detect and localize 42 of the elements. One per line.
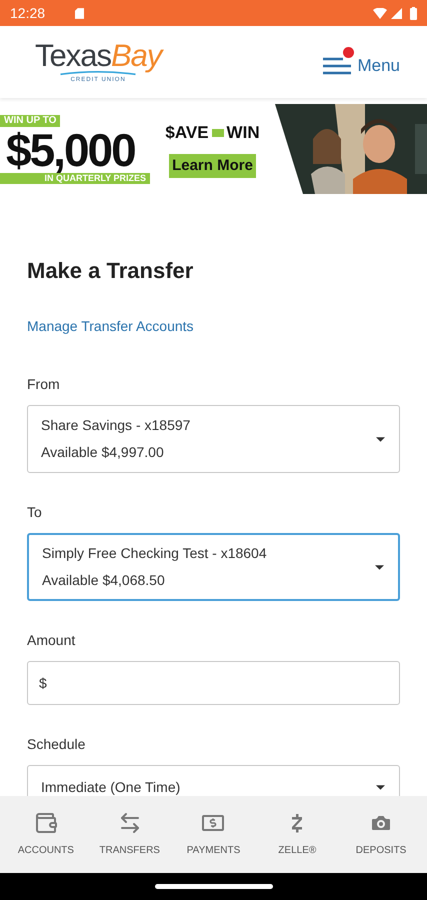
sim-card-icon — [75, 8, 84, 18]
learn-more-button[interactable]: Learn More — [169, 154, 256, 178]
banner-brand-text: $AVE — [165, 122, 209, 144]
dropdown-caret-icon — [376, 436, 385, 442]
logo-text: Texas — [35, 40, 111, 70]
manage-accounts-link[interactable]: Manage Transfer Accounts — [27, 316, 400, 337]
status-time: 12:28 — [10, 4, 46, 22]
field-label: To — [27, 503, 43, 522]
dropdown-value: Simply Free Checking Test - x18604 — [42, 544, 268, 563]
nav-tab[interactable]: TRANSFERS — [90, 811, 170, 858]
field-label: Schedule — [27, 735, 86, 754]
wallet-icon — [34, 811, 58, 835]
menu-icon — [323, 55, 352, 77]
available-balance: Available $4,997.00 — [41, 443, 165, 462]
menu-button[interactable]: Menu — [323, 45, 400, 79]
wifi-icon — [373, 8, 387, 18]
home-indicator[interactable] — [154, 884, 272, 889]
available-balance: Available $4,068.50 — [42, 571, 166, 590]
nav-tab[interactable]: DEPOSITS — [341, 811, 422, 858]
dropdown-field[interactable]: Immediate (One Time) — [27, 765, 400, 796]
dropdown-field[interactable]: Share Savings - x18597 Available $4,997.00 — [27, 405, 400, 473]
battery-icon — [410, 6, 417, 20]
logo-accent-text: Bay — [110, 40, 162, 70]
signal-icon — [391, 8, 402, 18]
dropdown-caret-icon — [376, 784, 385, 790]
banner-brand-text: WIN — [226, 122, 260, 144]
banner-amount: $5,000 — [5, 126, 135, 172]
dropdown-value: Share Savings - x18597 — [41, 416, 192, 435]
banner-caption: IN QUARTERLY PRIZES — [0, 172, 150, 184]
dropdown-caret-icon — [375, 564, 384, 570]
amount-input-field[interactable]: $ — [27, 661, 400, 705]
field-label: Amount — [27, 631, 76, 650]
nav-tab[interactable]: PAYMENTS — [173, 811, 254, 858]
dropdown-value: Immediate (One Time) — [41, 778, 182, 796]
page-title: Make a Transfer — [27, 257, 194, 285]
nav-tab[interactable]: ACCOUNTS — [6, 811, 86, 858]
dropdown-field[interactable]: Simply Free Checking Test - x18604 Available $4,068.50 — [27, 533, 400, 601]
field-label: From — [27, 375, 61, 394]
nav-tab[interactable]: ZELLE® — [257, 811, 338, 858]
promo-banner[interactable]: WIN UP TO $5,000 IN QUARTERLY PRIZES $AVE WIN Learn More — [0, 104, 427, 194]
banner-kicker: WIN UP TO — [0, 114, 60, 126]
tag-icon — [212, 128, 224, 137]
